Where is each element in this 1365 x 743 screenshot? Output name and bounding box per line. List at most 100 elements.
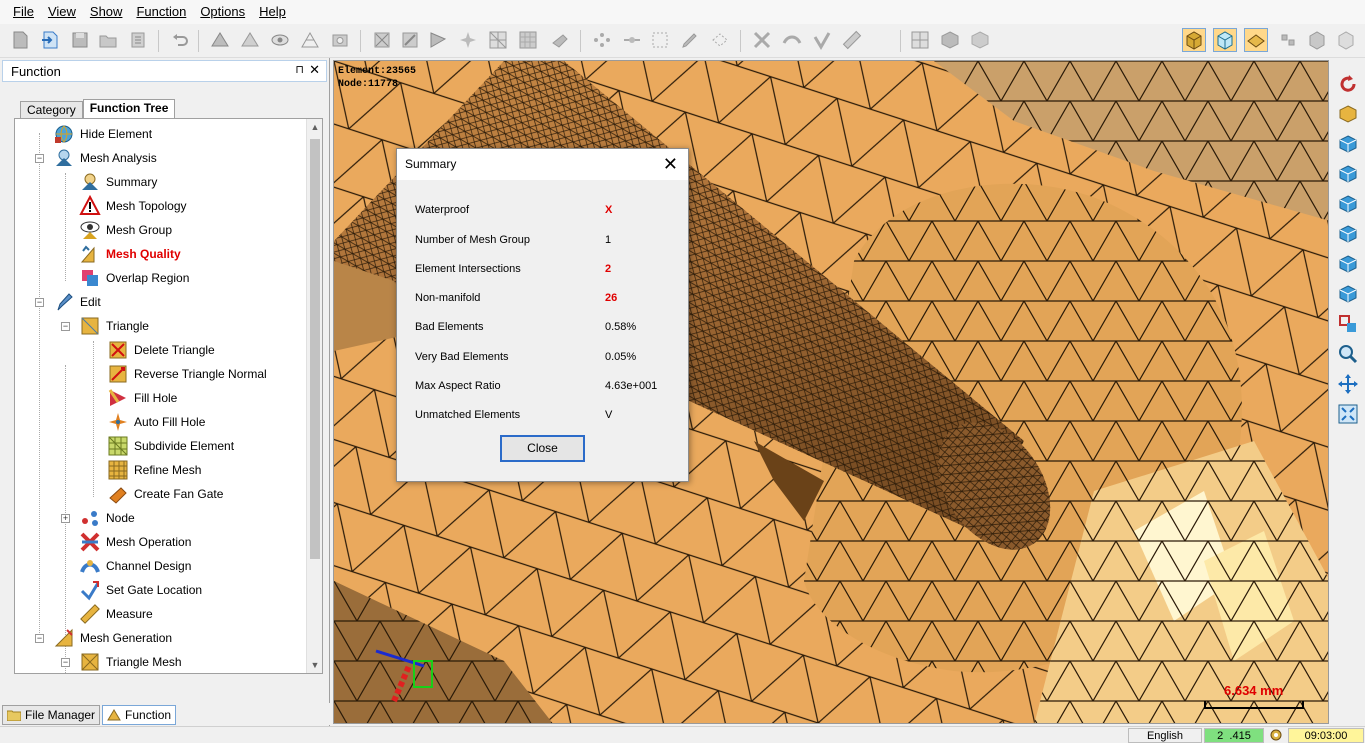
right-view-icon[interactable] (1336, 222, 1360, 246)
left-view-icon[interactable] (1336, 192, 1360, 216)
zoom-icon[interactable] (1336, 342, 1360, 366)
reverse-normal-icon[interactable] (398, 28, 422, 52)
list-icon[interactable] (126, 28, 150, 52)
menu-file[interactable]: File (6, 0, 41, 24)
menu-function[interactable]: Function (129, 0, 193, 24)
gate-location-icon[interactable] (810, 28, 834, 52)
tab-category[interactable]: Category (20, 101, 83, 119)
pieces-icon[interactable] (1276, 28, 1300, 52)
tree-item-refine-mesh[interactable]: Refine Mesh (107, 458, 201, 482)
tree-item-reverse-normal[interactable]: Reverse Triangle Normal (107, 362, 267, 386)
settings-gear-icon[interactable] (1266, 728, 1286, 743)
cube-outline-icon[interactable] (1334, 28, 1358, 52)
pin-icon[interactable]: ⊓ (295, 63, 304, 76)
channel-design-icon[interactable] (780, 28, 804, 52)
expander-node[interactable]: + (61, 514, 70, 523)
dialog-close-icon[interactable]: ✕ (663, 154, 678, 174)
iso-view-icon[interactable] (1336, 102, 1360, 126)
fan-gate-icon[interactable] (548, 28, 572, 52)
node-merge-icon[interactable] (620, 28, 644, 52)
front-view-icon[interactable] (1336, 132, 1360, 156)
node-link-icon[interactable] (708, 28, 732, 52)
menu-view[interactable]: View (41, 0, 83, 24)
tab-file-manager[interactable]: File Manager (2, 705, 101, 725)
tree-item-edit[interactable]: Edit (53, 290, 101, 314)
expander-triangle[interactable]: − (61, 322, 70, 331)
tree-item-hide-element[interactable]: Hide Element (53, 122, 152, 146)
zoom-window-icon[interactable] (1336, 312, 1360, 336)
grid-view-icon[interactable] (908, 28, 932, 52)
camera-icon[interactable] (328, 28, 352, 52)
tree-item-channel-design[interactable]: Channel Design (79, 554, 191, 578)
menu-file-label: File (13, 4, 34, 19)
pen-icon[interactable] (678, 28, 702, 52)
tree-item-auto-fill-hole[interactable]: Auto Fill Hole (107, 410, 205, 434)
fill-hole-icon[interactable] (426, 28, 450, 52)
save-icon[interactable] (68, 28, 92, 52)
tree-item-mesh-group[interactable]: Mesh Group (79, 218, 172, 242)
tree-item-summary[interactable]: Summary (79, 170, 157, 194)
hide-element-icon[interactable] (208, 28, 232, 52)
tree-item-fill-hole[interactable]: Fill Hole (107, 386, 177, 410)
menu-options[interactable]: Options (193, 0, 252, 24)
reset-view-icon[interactable] (1336, 72, 1360, 96)
back-view-icon[interactable] (1336, 162, 1360, 186)
expander-triangle-mesh[interactable]: − (61, 658, 70, 667)
wireframe-icon[interactable] (298, 28, 322, 52)
auto-fill-icon[interactable] (456, 28, 480, 52)
open-folder-icon[interactable] (96, 28, 120, 52)
tree-item-overlap-region[interactable]: Overlap Region (79, 266, 189, 290)
tree-label: Set Gate Location (106, 583, 203, 597)
tree-item-mesh-topology[interactable]: Mesh Topology (79, 194, 187, 218)
mesh-operation-icon[interactable] (750, 28, 774, 52)
import-icon[interactable] (38, 28, 62, 52)
cube-icon[interactable] (1305, 28, 1329, 52)
surface-view-icon[interactable] (1244, 28, 1268, 52)
expander-mesh-analysis[interactable]: − (35, 154, 44, 163)
summary-value: 2 (605, 263, 612, 275)
tab-function[interactable]: Function (102, 705, 177, 725)
subdivide-icon[interactable] (486, 28, 510, 52)
tree-item-node[interactable]: Node (79, 506, 135, 530)
tree-item-subdivide-element[interactable]: Subdivide Element (107, 434, 234, 458)
tree-item-mesh-generation[interactable]: Mesh Generation (53, 626, 172, 650)
summary-row-mesh-group: Number of Mesh Group 1 (415, 234, 675, 250)
tree-item-mesh-quality[interactable]: Mesh Quality (79, 242, 181, 266)
node-icon[interactable] (590, 28, 614, 52)
tree-item-create-fan-gate[interactable]: Create Fan Gate (107, 482, 223, 506)
tree-item-set-gate-location[interactable]: Set Gate Location (79, 578, 202, 602)
tree-item-mesh-operation[interactable]: Mesh Operation (79, 530, 191, 554)
expander-edit[interactable]: − (35, 298, 44, 307)
tree-item-triangle-mesh[interactable]: Triangle Mesh (79, 650, 182, 673)
shaded-view-icon[interactable] (968, 28, 992, 52)
show-element-icon[interactable] (238, 28, 262, 52)
scroll-down-icon[interactable]: ▼ (307, 657, 322, 673)
measure-icon[interactable] (840, 28, 864, 52)
top-view-icon[interactable] (1336, 252, 1360, 276)
bottom-view-icon[interactable] (1336, 282, 1360, 306)
tree-item-mesh-analysis[interactable]: Mesh Analysis (53, 146, 157, 170)
refine-mesh-icon[interactable] (516, 28, 540, 52)
scroll-up-icon[interactable]: ▲ (307, 119, 322, 135)
new-file-icon[interactable] (8, 28, 32, 52)
tree-item-delete-triangle[interactable]: Delete Triangle (107, 338, 215, 362)
expander-mesh-generation[interactable]: − (35, 634, 44, 643)
box-wireframe-icon[interactable] (1213, 28, 1237, 52)
tree-scrollbar[interactable]: ▲ ▼ (306, 119, 322, 673)
pan-icon[interactable] (1336, 372, 1360, 396)
menu-show[interactable]: Show (83, 0, 130, 24)
tree-item-triangle[interactable]: Triangle (79, 314, 149, 338)
node-align-icon[interactable] (648, 28, 672, 52)
box-shaded-icon[interactable] (1182, 28, 1206, 52)
close-button[interactable]: Close (500, 435, 585, 462)
tab-function-tree[interactable]: Function Tree (82, 99, 176, 119)
close-icon[interactable]: ✕ (309, 62, 320, 78)
menu-help[interactable]: Help (252, 0, 293, 24)
tree-item-measure[interactable]: Measure (79, 602, 153, 626)
solid-view-icon[interactable] (938, 28, 962, 52)
delete-triangle-icon[interactable] (370, 28, 394, 52)
undo-icon[interactable] (168, 28, 192, 52)
scroll-thumb[interactable] (310, 139, 320, 559)
eye-icon[interactable] (268, 28, 292, 52)
fit-view-icon[interactable] (1336, 402, 1360, 426)
